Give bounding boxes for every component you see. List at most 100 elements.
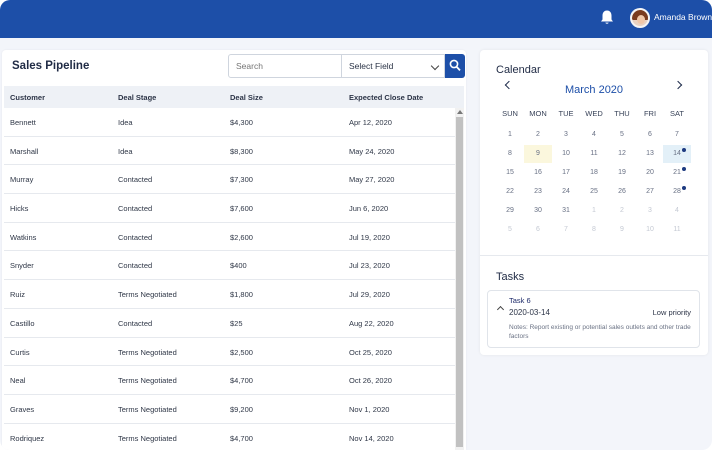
calendar-day[interactable]: 14 [663, 145, 691, 163]
calendar-day[interactable]: 25 [580, 183, 608, 201]
calendar-day[interactable]: 16 [524, 164, 552, 182]
calendar-day[interactable]: 12 [608, 145, 636, 163]
calendar-day[interactable]: 5 [608, 126, 636, 144]
cell-deal-stage: Idea [118, 118, 133, 127]
calendar-day[interactable]: 17 [552, 164, 580, 182]
avatar[interactable] [630, 8, 650, 28]
calendar-day[interactable]: 26 [608, 183, 636, 201]
user-name[interactable]: Amanda Brown [654, 12, 712, 22]
search-button[interactable] [445, 54, 465, 78]
app-window: Amanda Brown Sales Pipeline Select Field… [0, 0, 712, 450]
calendar-day[interactable]: 4 [663, 202, 691, 220]
calendar-day[interactable]: 5 [496, 221, 524, 239]
calendar-day[interactable]: 24 [552, 183, 580, 201]
calendar-day[interactable]: 10 [552, 145, 580, 163]
calendar-day[interactable]: 1 [496, 126, 524, 144]
column-header-close-date[interactable]: Expected Close Date [349, 93, 423, 102]
task-date: 2020-03-14 [509, 308, 550, 317]
search-input[interactable] [228, 54, 342, 78]
task-card[interactable]: Task 6 2020-03-14 Low priority Notes: Re… [487, 290, 700, 348]
calendar-day[interactable]: 10 [636, 221, 664, 239]
cell-customer: Snyder [10, 261, 34, 271]
cell-deal-size: $25 [230, 318, 243, 328]
cell-deal-stage: Terms Negotiated [118, 433, 177, 443]
cell-customer: Castillo [10, 318, 35, 328]
cell-customer: Neal [10, 376, 26, 386]
table-row[interactable]: Hicks Contacted $7,600 Jun 6, 2020 [4, 194, 456, 223]
calendar-day[interactable]: 8 [580, 221, 608, 239]
column-header-deal-stage[interactable]: Deal Stage [118, 93, 156, 102]
table-row[interactable]: Murray Contacted $7,300 May 27, 2020 [4, 165, 456, 195]
calendar-day[interactable]: 13 [636, 145, 664, 163]
search-icon [449, 59, 461, 72]
table-row[interactable]: Bennett Idea $4,300 Apr 12, 2020 [4, 108, 456, 137]
tasks-title: Tasks [496, 271, 525, 283]
cell-deal-size: $8,300 [230, 146, 253, 156]
table-row[interactable]: Watkins Contacted $2,600 Jul 19, 2020 [4, 223, 456, 252]
cell-deal-stage: Contacted [118, 261, 153, 271]
calendar-day[interactable]: 29 [496, 202, 524, 220]
table-row[interactable]: Rodriquez Terms Negotiated $4,700 Nov 14, 2… [4, 424, 456, 450]
calendar-day[interactable]: 3 [552, 126, 580, 144]
table-row[interactable]: Curtis Terms Negotiated $2,500 Oct 25, 2020 [4, 338, 456, 367]
table-header: Customer Deal Stage Deal Size Expected C… [4, 86, 464, 108]
weekday-label: THU [614, 109, 630, 118]
cell-customer: Curtis [10, 347, 30, 357]
field-select-value: Select Field [349, 61, 394, 71]
task-priority: Low priority [652, 308, 691, 317]
cell-close-date: Jul 29, 2020 [349, 290, 390, 300]
calendar-day[interactable]: 22 [496, 183, 524, 201]
cell-deal-size: $7,300 [230, 175, 253, 185]
cell-close-date: May 24, 2020 [349, 146, 395, 156]
table-row[interactable]: Castillo Contacted $25 Aug 22, 2020 [4, 309, 456, 338]
calendar-day[interactable]: 1 [580, 202, 608, 220]
calendar-day[interactable]: 8 [496, 145, 524, 163]
bell-icon[interactable] [599, 9, 615, 27]
calendar-day[interactable]: 2 [524, 126, 552, 144]
chevron-up-icon[interactable] [496, 305, 505, 314]
calendar-day[interactable]: 19 [608, 164, 636, 182]
calendar-day[interactable]: 23 [524, 183, 552, 201]
cell-close-date: Jun 6, 2020 [349, 204, 389, 214]
calendar-day[interactable]: 6 [636, 126, 664, 144]
table-scrollbar[interactable] [455, 108, 464, 450]
calendar-day[interactable]: 3 [636, 202, 664, 220]
scroll-thumb[interactable] [456, 117, 463, 447]
cell-customer: Hicks [10, 204, 29, 214]
column-header-deal-size[interactable]: Deal Size [230, 93, 263, 102]
event-dot-icon [682, 167, 686, 171]
table-row[interactable]: Marshall Idea $8,300 May 24, 2020 [4, 137, 456, 166]
cell-deal-size: $2,600 [230, 232, 253, 242]
table-row[interactable]: Snyder Contacted $400 Jul 23, 2020 [4, 251, 456, 281]
calendar-day[interactable]: 27 [636, 183, 664, 201]
cell-deal-stage: Idea [118, 146, 133, 156]
calendar-day[interactable]: 21 [663, 164, 691, 182]
field-select[interactable]: Select Field [341, 54, 445, 78]
column-header-customer[interactable]: Customer [10, 93, 45, 102]
cell-customer: Rodriquez [10, 433, 45, 443]
weekday-label: WED [585, 109, 603, 118]
cell-deal-size: $1,800 [230, 290, 253, 300]
calendar-day[interactable]: 9 [524, 145, 552, 163]
calendar-day[interactable]: 7 [663, 126, 691, 144]
calendar-day[interactable]: 18 [580, 164, 608, 182]
table-row[interactable]: Graves Terms Negotiated $9,200 Nov 1, 2020 [4, 395, 456, 424]
calendar-day[interactable]: 28 [663, 183, 691, 201]
calendar-day[interactable]: 15 [496, 164, 524, 182]
calendar-day[interactable]: 30 [524, 202, 552, 220]
table-row[interactable]: Ruiz Terms Negotiated $1,800 Jul 29, 2020 [4, 280, 456, 309]
calendar-day[interactable]: 4 [580, 126, 608, 144]
calendar-day[interactable]: 9 [608, 221, 636, 239]
calendar-day[interactable]: 7 [552, 221, 580, 239]
cell-customer: Murray [10, 175, 34, 185]
calendar-day[interactable]: 6 [524, 221, 552, 239]
cell-close-date: Oct 26, 2020 [349, 376, 392, 386]
calendar-day[interactable]: 31 [552, 202, 580, 220]
calendar-day[interactable]: 20 [636, 164, 664, 182]
cell-deal-size: $4,700 [230, 433, 253, 443]
calendar-day[interactable]: 11 [580, 145, 608, 163]
table-row[interactable]: Neal Terms Negotiated $4,700 Oct 26, 2020 [4, 366, 456, 395]
calendar-day[interactable]: 11 [663, 221, 691, 239]
scroll-up-arrow-icon[interactable] [457, 110, 463, 114]
calendar-day[interactable]: 2 [608, 202, 636, 220]
